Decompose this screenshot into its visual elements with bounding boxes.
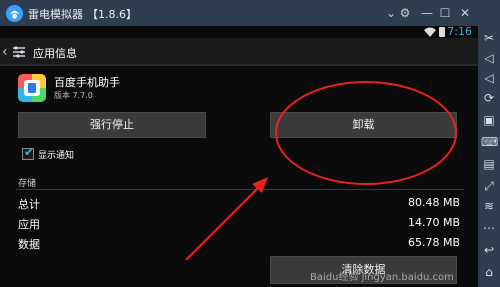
- wifi-icon: [424, 27, 436, 37]
- screenshot-icon[interactable]: ▣: [481, 112, 497, 128]
- storage-total-value: 80.48 MB: [407, 196, 460, 209]
- storage-total-label: 总计: [18, 198, 40, 211]
- shake-icon[interactable]: ≋: [481, 198, 497, 214]
- action-bar: ‹ 应用信息: [0, 38, 478, 66]
- fullscreen-icon[interactable]: ⤢: [481, 178, 497, 194]
- check-icon: ✔: [24, 145, 35, 159]
- minimize-icon[interactable]: —: [418, 4, 436, 22]
- baidu-assistant-app-icon: [18, 74, 46, 102]
- storage-data-value: 65.78 MB: [407, 236, 460, 249]
- divider: [16, 189, 464, 190]
- force-stop-button[interactable]: 强行停止: [18, 112, 206, 138]
- home-icon[interactable]: ⌂: [481, 264, 497, 280]
- emulator-titlebar: 雷电模拟器 【1.8.6】 ⌄ ⚙ — ☐ ✕: [0, 0, 500, 26]
- window-title: 雷电模拟器 【1.8.6】: [28, 8, 137, 21]
- page-title: 应用信息: [33, 47, 77, 60]
- volume-up-icon[interactable]: ◁: [481, 50, 497, 66]
- storage-heading: 存储: [18, 179, 37, 189]
- rotate-icon[interactable]: ⟳: [481, 90, 497, 106]
- maximize-icon[interactable]: ☐: [436, 4, 454, 22]
- gear-icon[interactable]: ⚙: [396, 4, 414, 22]
- app-version: 版本 7.7.0: [54, 91, 93, 100]
- battery-icon: [439, 27, 445, 37]
- storage-app-label: 应用: [18, 218, 40, 231]
- close-icon[interactable]: ✕: [456, 4, 474, 22]
- show-notifications-checkbox[interactable]: ✔: [22, 145, 35, 160]
- scissors-icon[interactable]: ✂: [481, 30, 497, 46]
- settings-app-icon[interactable]: [11, 44, 27, 60]
- clock: 7:16: [447, 25, 472, 38]
- back-chevron-icon[interactable]: ‹: [2, 44, 8, 60]
- app-name: 百度手机助手: [54, 76, 120, 89]
- uninstall-button[interactable]: 卸载: [270, 112, 457, 138]
- baidu-watermark: Baidu经验 jingyan.baidu.com: [310, 272, 454, 283]
- android-status-bar: 7:16: [0, 25, 478, 38]
- show-notifications-label: 显示通知: [38, 151, 75, 161]
- app-logo-icon: [5, 4, 24, 23]
- app-info-content: 百度手机助手 版本 7.7.0 强行停止 卸载 ✔ 显示通知 存储 总计 80.…: [0, 66, 478, 287]
- apk-install-icon[interactable]: ▤: [481, 156, 497, 172]
- back-icon[interactable]: ↩: [481, 242, 497, 258]
- storage-app-value: 14.70 MB: [407, 216, 460, 229]
- storage-data-label: 数据: [18, 238, 40, 251]
- emulator-side-toolbar: ✂ ◁ ◁ ⟳ ▣ ⌨ ▤ ⤢ ≋ ⋯ ↩ ⌂: [478, 26, 500, 287]
- volume-down-icon[interactable]: ◁: [481, 70, 497, 86]
- keyboard-icon[interactable]: ⌨: [481, 134, 498, 150]
- more-icon[interactable]: ⋯: [481, 220, 497, 236]
